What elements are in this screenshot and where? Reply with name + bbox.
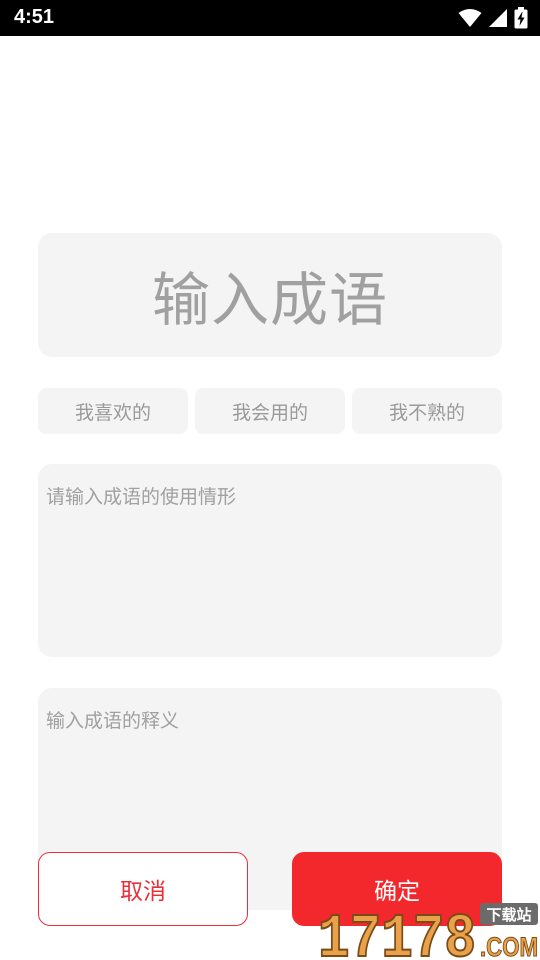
cellular-signal-icon bbox=[488, 8, 508, 28]
status-icons bbox=[458, 6, 528, 30]
status-time: 4:51 bbox=[14, 6, 55, 28]
tab-unfamiliar[interactable]: 我不熟的 bbox=[352, 388, 502, 434]
tab-favorite-label: 我喜欢的 bbox=[74, 401, 151, 424]
usage-input-placeholder: 请输入成语的使用情形 bbox=[46, 486, 237, 508]
tab-can-use[interactable]: 我会用的 bbox=[195, 388, 345, 434]
tab-unfamiliar-label: 我不熟的 bbox=[388, 401, 465, 424]
confirm-button-label: 确定 bbox=[374, 879, 420, 905]
battery-charging-icon bbox=[514, 7, 528, 29]
status-bar: 4:51 bbox=[0, 0, 540, 36]
idiom-input-placeholder: 输入成语 bbox=[151, 266, 388, 334]
screen: 4:51 输入成语 我喜欢的 我会用的 我不熟的 请输入成语的使用情形 输入成语… bbox=[0, 0, 540, 960]
usage-input[interactable]: 请输入成语的使用情形 bbox=[38, 464, 502, 657]
cancel-button[interactable]: 取消 bbox=[38, 852, 248, 926]
cancel-button-label: 取消 bbox=[120, 879, 166, 905]
meaning-input-placeholder: 输入成语的释义 bbox=[46, 710, 180, 732]
watermark-suffix: .COM bbox=[480, 932, 538, 960]
wifi-icon bbox=[458, 8, 482, 28]
confirm-button[interactable]: 确定 bbox=[292, 852, 502, 926]
tab-can-use-label: 我会用的 bbox=[231, 401, 308, 424]
idiom-input[interactable]: 输入成语 bbox=[38, 233, 502, 357]
tab-favorite[interactable]: 我喜欢的 bbox=[38, 388, 188, 434]
